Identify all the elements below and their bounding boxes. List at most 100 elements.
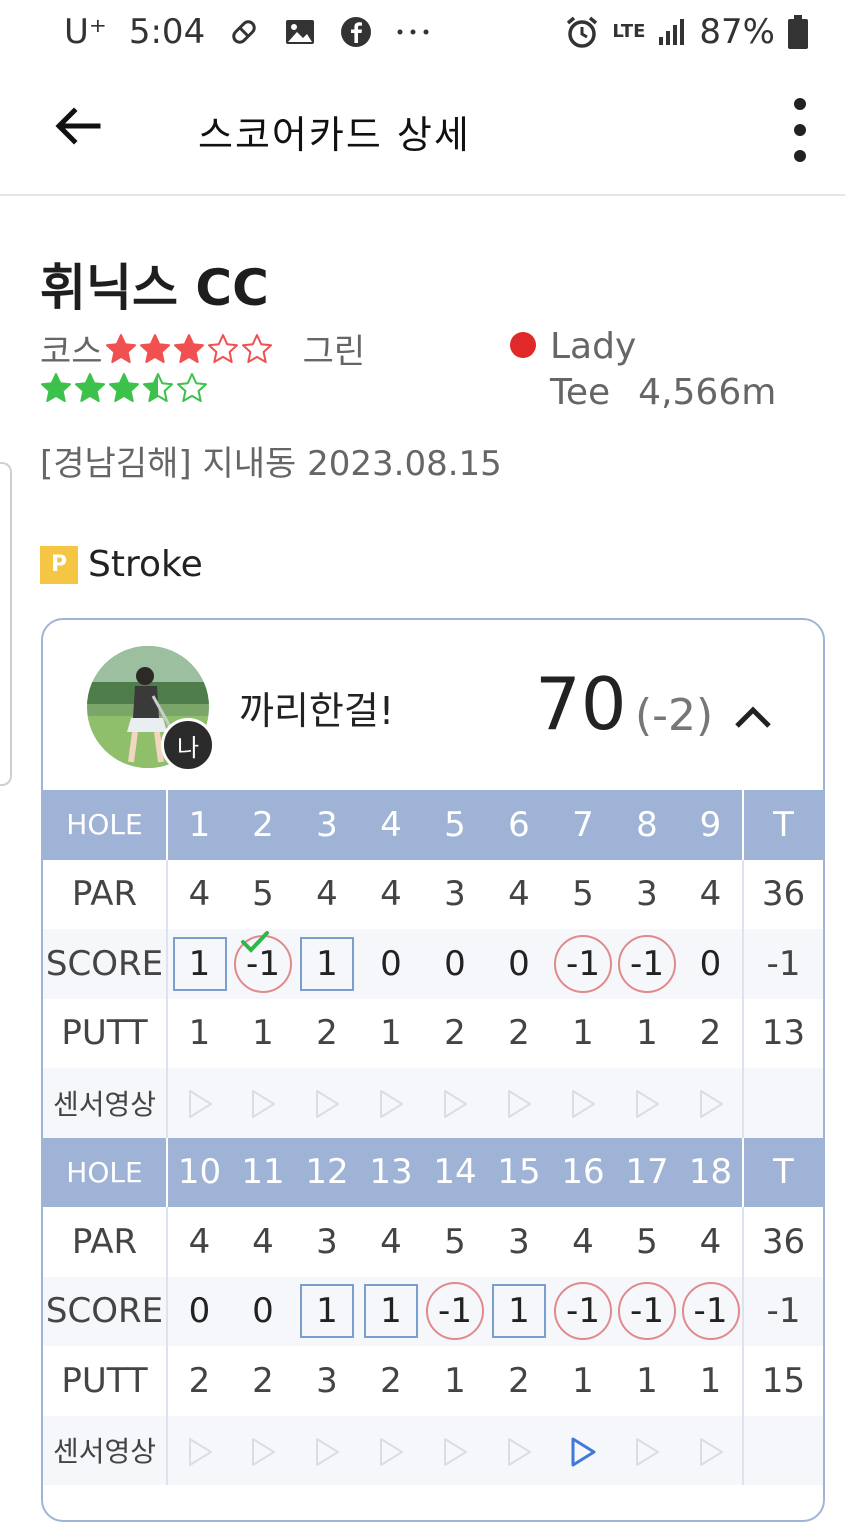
par-value: 4 [508, 874, 530, 915]
play-icon [508, 1090, 531, 1119]
putt-value: 2 [444, 1013, 466, 1054]
sensor-video-play-button [359, 1068, 423, 1138]
play-icon [444, 1437, 467, 1466]
star-filled-icon [105, 333, 136, 363]
score-even-par: 0 [508, 943, 530, 984]
putt-value: 1 [572, 1360, 594, 1401]
more-options-button[interactable] [785, 98, 815, 162]
play-icon [636, 1437, 659, 1466]
hole-label: HOLE [43, 790, 168, 860]
scorecard-table: HOLE 1 2 3 4 5 6 7 8 9 T PAR 4 5 4 4 3 4 5 3 4 36 SCORE 1 -1 1 0 0 0… [43, 790, 823, 1485]
star-half-icon [143, 373, 173, 402]
sensor-video-label: 센서영상 [43, 1068, 168, 1138]
total-score: 70 [535, 662, 627, 746]
sensor-video-play-button [615, 1068, 679, 1138]
putt-value: 1 [380, 1013, 402, 1054]
sensor-video-play-button [487, 1068, 551, 1138]
sensor-video-play-button [423, 1068, 487, 1138]
play-icon [252, 1437, 275, 1466]
par-value: 4 [380, 874, 402, 915]
par-value: 3 [508, 1221, 530, 1262]
par-row: PAR 4 5 4 4 3 4 5 3 4 36 [43, 859, 823, 929]
putt-value: 2 [699, 1013, 722, 1054]
score-cell: 1 [295, 929, 359, 999]
edge-panel-handle[interactable] [0, 462, 12, 786]
play-icon [444, 1090, 467, 1119]
putt-row: PUTT 2 2 3 2 1 2 1 1 1 15 [43, 1346, 823, 1416]
putt-total: 15 [742, 1346, 823, 1416]
score-cell: 0 [679, 929, 743, 999]
hole-number: 8 [615, 790, 679, 860]
par-value: 5 [444, 1221, 466, 1262]
page-title: 스코어카드 상세 [198, 113, 471, 157]
putt-row: PUTT 1 1 2 1 2 2 1 1 2 13 [43, 998, 823, 1068]
grade-badge: 나 [161, 718, 215, 772]
score-over-par: 1 [300, 1284, 354, 1339]
star-empty-icon [207, 333, 238, 363]
par-total: 36 [742, 859, 823, 929]
par-value: 5 [572, 874, 594, 915]
sensor-video-play-button [423, 1415, 487, 1485]
sensor-video-play-button [551, 1068, 615, 1138]
putt-label: PUTT [43, 998, 168, 1068]
player-header[interactable]: 나 까리한걸! 70 (-2) [43, 620, 823, 790]
score-label: SCORE [43, 929, 168, 999]
sensor-video-row: 센서영상 [43, 1415, 823, 1485]
sensor-video-play-button[interactable] [551, 1415, 615, 1485]
score-under-par: -1 [426, 1282, 484, 1341]
collapse-button[interactable] [733, 696, 773, 736]
score-even-par: 0 [252, 1291, 274, 1332]
facebook-icon [339, 15, 373, 49]
par-value: 4 [188, 874, 211, 915]
hole-number: 11 [231, 1137, 295, 1207]
tee-name: Lady [550, 326, 637, 367]
score-under-par: -1 [554, 1282, 612, 1341]
putt-value: 2 [508, 1013, 530, 1054]
play-icon [572, 1090, 595, 1119]
sensor-video-play-button [359, 1415, 423, 1485]
sensor-video-play-button [679, 1068, 743, 1138]
course-rating-row: 코스 그린 [40, 324, 365, 373]
back-arrow-icon [55, 107, 101, 145]
par-total: 36 [742, 1207, 823, 1277]
score-under-par: -1 [618, 1282, 676, 1341]
green-rating-label: 그린 [302, 332, 366, 372]
par-row: PAR 4 4 3 4 5 3 4 5 4 36 [43, 1207, 823, 1277]
star-filled-icon [41, 373, 71, 402]
play-icon [699, 1437, 723, 1466]
putt-value: 1 [572, 1013, 594, 1054]
hole-number: 2 [231, 790, 295, 860]
carrier-label: U⁺ [64, 12, 107, 52]
score-cell: 1 [487, 1276, 551, 1346]
play-icon [316, 1090, 339, 1119]
more-dot-icon [794, 150, 806, 162]
putt-value: 1 [636, 1360, 658, 1401]
score-cell: 0 [423, 929, 487, 999]
battery-icon [787, 14, 809, 50]
hole-number: 6 [487, 790, 551, 860]
hole-number: 18 [679, 1137, 743, 1207]
location-date: [경남김해] 지내동 2023.08.15 [40, 444, 502, 484]
par-value: 4 [188, 1221, 211, 1262]
par-value: 3 [636, 874, 658, 915]
hole-number: 3 [295, 790, 359, 860]
scorecard-panel: 나 까리한걸! 70 (-2) HOLE 1 2 3 4 5 6 7 8 9 T PAR 4 5 4 4 3 4 5… [41, 618, 825, 1522]
sensor-video-label: 센서영상 [43, 1415, 168, 1485]
score-cell: 1 [359, 1276, 423, 1346]
score-total: -1 [742, 929, 823, 999]
course-rating-label: 코스 [40, 332, 103, 372]
putt-value: 3 [316, 1360, 338, 1401]
player-nickname: 까리한걸! [239, 689, 395, 733]
hole-label: HOLE [43, 1137, 168, 1207]
more-dot-icon [794, 124, 806, 136]
score-cell: -1 [551, 1276, 615, 1346]
hole-number: 12 [295, 1137, 359, 1207]
star-filled-icon [139, 333, 170, 363]
score-over-par: 1 [172, 936, 227, 991]
sensor-video-play-button [231, 1415, 295, 1485]
putt-value: 1 [444, 1360, 466, 1401]
check-icon [241, 930, 269, 953]
alarm-icon [564, 14, 600, 50]
back-button[interactable] [50, 98, 106, 154]
star-empty-icon [241, 333, 272, 363]
